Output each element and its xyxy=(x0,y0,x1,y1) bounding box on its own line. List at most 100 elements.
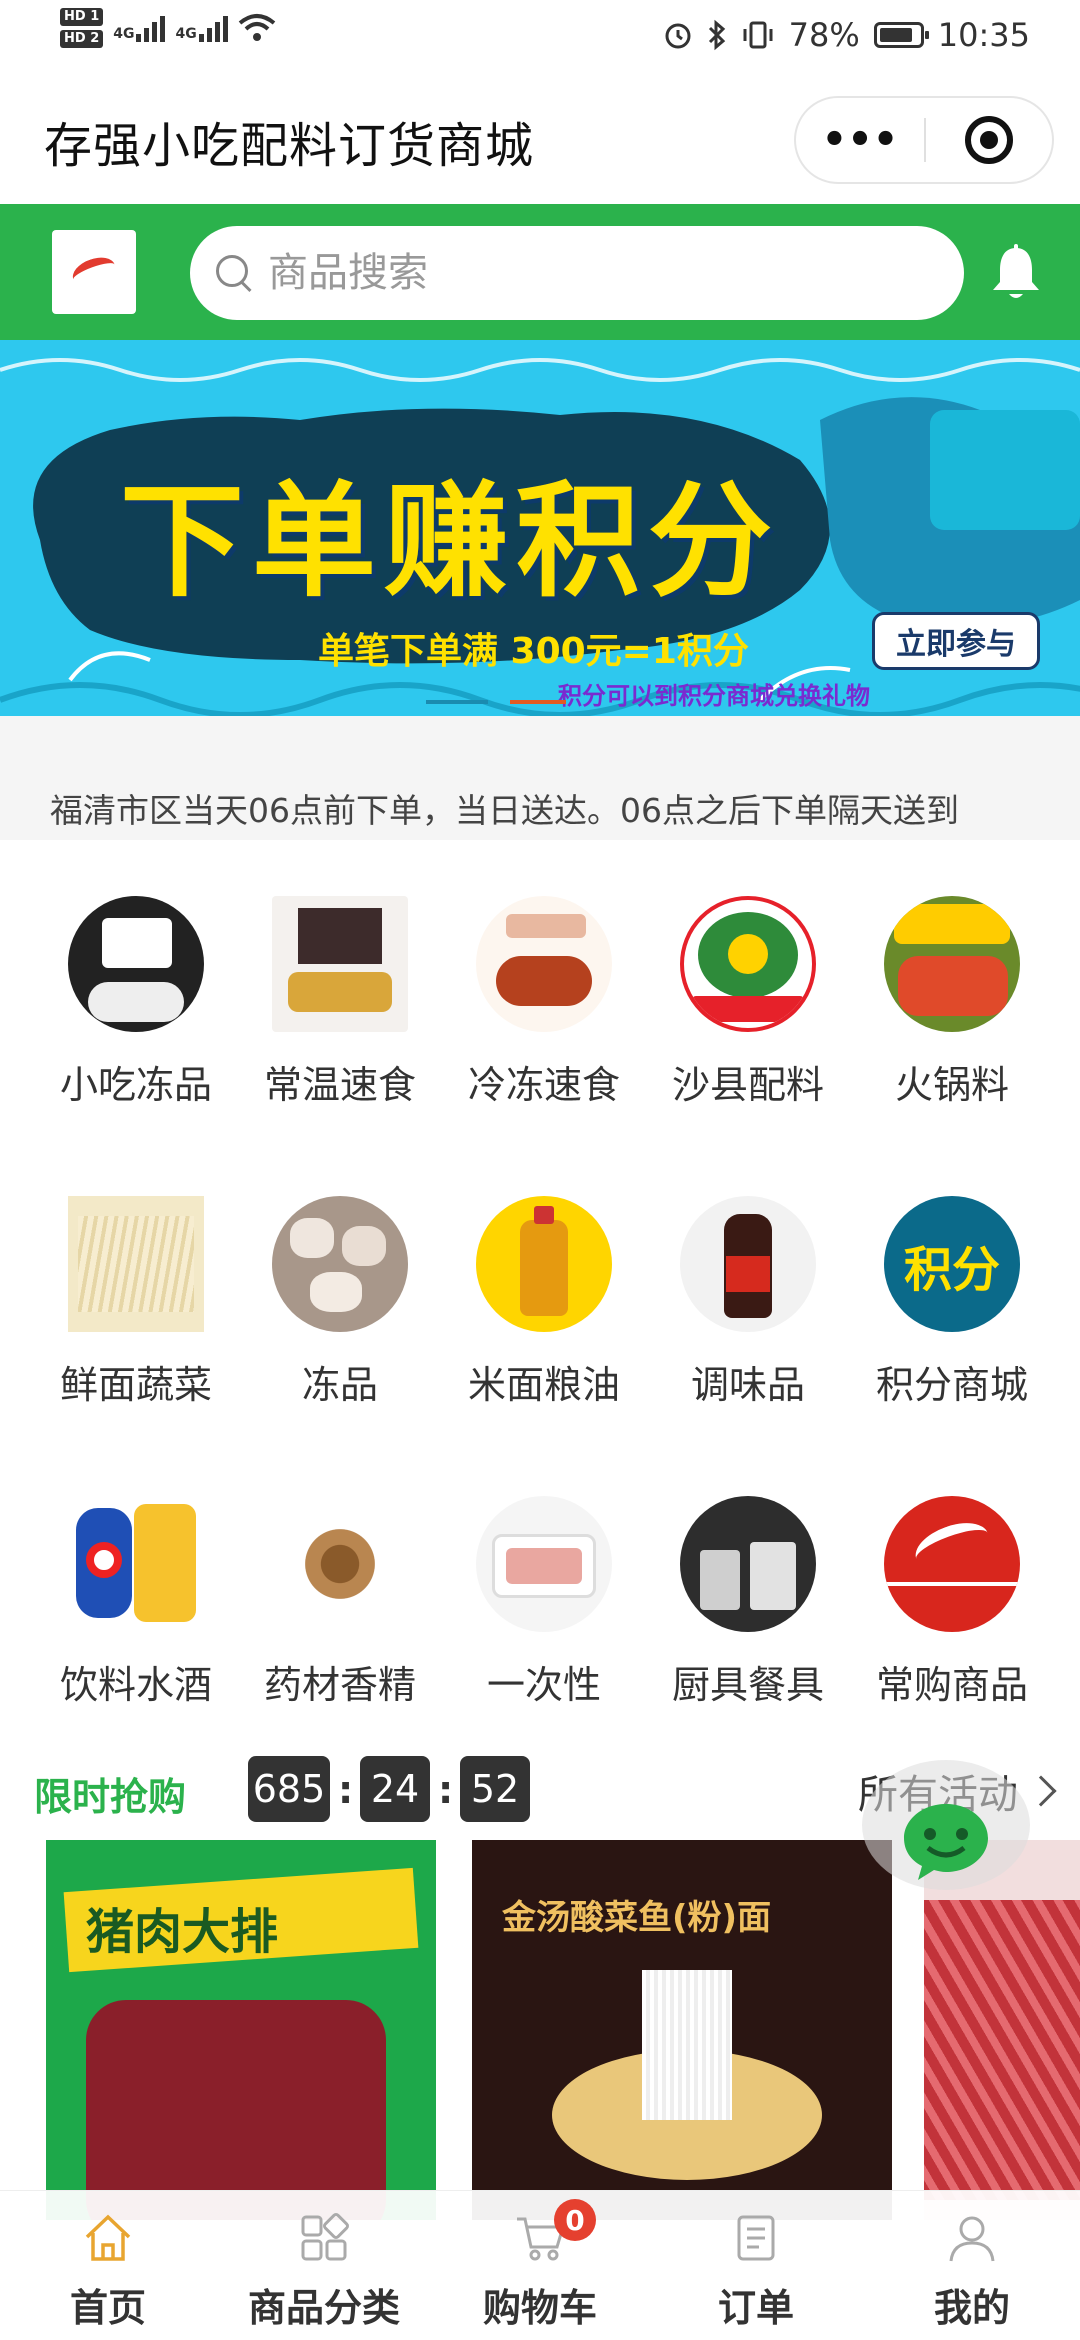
close-icon xyxy=(964,116,1013,164)
category-item[interactable]: 沙县配料 xyxy=(640,860,856,1109)
banner-title: 下单赚积分 xyxy=(120,469,781,614)
signal-icon-2: 4G xyxy=(175,14,228,42)
category-image xyxy=(680,1196,816,1332)
category-image xyxy=(476,1196,612,1332)
nav-label: 商品分类 xyxy=(247,2286,400,2330)
carousel-indicator[interactable] xyxy=(426,700,488,704)
category-image xyxy=(272,1196,408,1332)
category-item[interactable]: 调味品 xyxy=(640,1160,856,1409)
category-image xyxy=(884,896,1020,1032)
product-image-text: 猪肉大排 xyxy=(86,1904,279,1960)
nav-label: 首页 xyxy=(69,2286,146,2330)
category-image xyxy=(476,1496,612,1632)
product-card[interactable] xyxy=(924,1840,1080,2220)
product-card[interactable]: 金汤酸菜鱼(粉)面 xyxy=(472,1840,892,2220)
status-bar: HD 1 HD 2 4G 4G 78% 10:35 xyxy=(0,0,1080,76)
category-item[interactable]: 小吃冻品 xyxy=(28,860,244,1109)
user-icon xyxy=(949,2216,995,2262)
category-image xyxy=(884,1496,1020,1632)
more-menu-button[interactable]: ••• xyxy=(796,120,924,160)
category-item[interactable]: 积分 积分商城 xyxy=(844,1160,1060,1409)
product-image-text: 金汤酸菜鱼(粉)面 xyxy=(502,1898,772,1938)
category-label: 冷冻速食 xyxy=(467,1063,620,1107)
category-label: 常温速食 xyxy=(263,1063,416,1107)
status-right: 78% 10:35 xyxy=(663,16,1030,54)
nav-item-home[interactable]: 首页 xyxy=(0,2191,216,2340)
nav-label: 购物车 xyxy=(482,2286,597,2330)
nav-item-profile[interactable]: 我的 xyxy=(864,2191,1080,2340)
chevron-right-icon xyxy=(1025,1775,1057,1807)
category-item[interactable]: 常温速食 xyxy=(232,860,448,1109)
promo-banner[interactable]: 下单赚积分 单笔下单满 300元=1积分 立即参与 积分可以到积分商城兑换礼物 xyxy=(0,340,1080,716)
carousel-indicator-active[interactable] xyxy=(510,700,566,704)
store-logo[interactable] xyxy=(52,230,136,314)
search-header xyxy=(0,204,1080,340)
flash-sale-title: 限时抢购 xyxy=(34,1775,187,1819)
hd2-label: HD 2 xyxy=(60,30,104,48)
delivery-notice: 福清市区当天06点前下单，当日送达。06点之后下单隔天送到 xyxy=(0,716,1080,840)
category-item[interactable]: 火锅料 xyxy=(844,860,1060,1109)
bell-icon[interactable] xyxy=(988,244,1044,304)
category-item[interactable]: 饮料水酒 xyxy=(28,1460,244,1709)
search-bar[interactable] xyxy=(190,226,964,320)
search-icon xyxy=(214,253,254,293)
category-label: 厨具餐具 xyxy=(671,1663,824,1707)
nav-item-categories[interactable]: 商品分类 xyxy=(216,2191,432,2340)
category-label: 药材香精 xyxy=(263,1663,416,1707)
home-icon xyxy=(85,2214,131,2261)
category-label: 冻品 xyxy=(301,1363,378,1407)
product-card[interactable]: 猪肉大排 xyxy=(46,1840,436,2220)
chat-icon[interactable] xyxy=(900,1800,992,1882)
search-input[interactable] xyxy=(268,250,868,296)
countdown-hours: 685 xyxy=(248,1756,330,1822)
nav-item-orders[interactable]: 订单 xyxy=(648,2191,864,2340)
mini-program-capsule: ••• xyxy=(794,96,1054,184)
countdown-separator: : xyxy=(338,1768,354,1812)
category-label: 鲜面蔬菜 xyxy=(59,1363,212,1407)
category-label: 火锅料 xyxy=(894,1063,1009,1107)
category-image xyxy=(68,1496,204,1632)
join-now-button[interactable]: 立即参与 xyxy=(872,612,1040,670)
title-bar: 存强小吃配料订货商城 ••• xyxy=(0,76,1080,204)
category-image xyxy=(68,896,204,1032)
category-label: 一次性 xyxy=(486,1663,601,1707)
signal-group: HD 1 HD 2 4G 4G xyxy=(60,8,276,48)
signal-icon: 4G xyxy=(113,14,166,42)
category-image xyxy=(680,896,816,1032)
category-item[interactable]: 常购商品 xyxy=(844,1460,1060,1709)
category-label: 饮料水酒 xyxy=(59,1663,212,1707)
category-item[interactable]: 厨具餐具 xyxy=(640,1460,856,1709)
category-item[interactable]: 一次性 xyxy=(436,1460,652,1709)
category-item[interactable]: 鲜面蔬菜 xyxy=(28,1160,244,1409)
category-item[interactable]: 米面粮油 xyxy=(436,1160,652,1409)
category-image: 积分 xyxy=(884,1196,1020,1332)
wifi-icon xyxy=(238,14,275,41)
close-button[interactable] xyxy=(926,116,1052,164)
hd1-label: HD 1 xyxy=(60,8,104,26)
app-title: 存强小吃配料订货商城 xyxy=(44,118,535,174)
category-image xyxy=(476,896,612,1032)
countdown-minutes: 24 xyxy=(360,1756,430,1822)
cart-count-badge: 0 xyxy=(554,2199,596,2241)
category-item[interactable]: 冷冻速食 xyxy=(436,860,652,1109)
notice-text: 福清市区当天06点前下单，当日送达。06点之后下单隔天送到 xyxy=(50,791,959,830)
category-label: 常购商品 xyxy=(875,1663,1028,1707)
category-image xyxy=(68,1196,204,1332)
category-item[interactable]: 药材香精 xyxy=(232,1460,448,1709)
category-label: 调味品 xyxy=(690,1363,805,1407)
category-image xyxy=(272,1496,408,1632)
category-item[interactable]: 冻品 xyxy=(232,1160,448,1409)
nav-label: 订单 xyxy=(717,2286,794,2330)
nav-item-cart[interactable]: 0 购物车 xyxy=(432,2191,648,2340)
grid-icon xyxy=(301,2213,349,2261)
vibrate-icon xyxy=(743,21,773,49)
clock: 10:35 xyxy=(937,16,1030,54)
countdown-seconds: 52 xyxy=(460,1756,530,1822)
banner-note: 积分可以到积分商城兑换礼物 xyxy=(558,682,870,710)
banner-subtitle: 单笔下单满 300元=1积分 xyxy=(318,631,749,672)
category-label: 小吃冻品 xyxy=(59,1063,212,1107)
flash-sale-products: 猪肉大排 金汤酸菜鱼(粉)面 xyxy=(0,1840,1080,2220)
countdown-separator: : xyxy=(438,1768,454,1812)
battery-percent: 78% xyxy=(788,16,860,54)
nav-label: 我的 xyxy=(933,2286,1010,2330)
